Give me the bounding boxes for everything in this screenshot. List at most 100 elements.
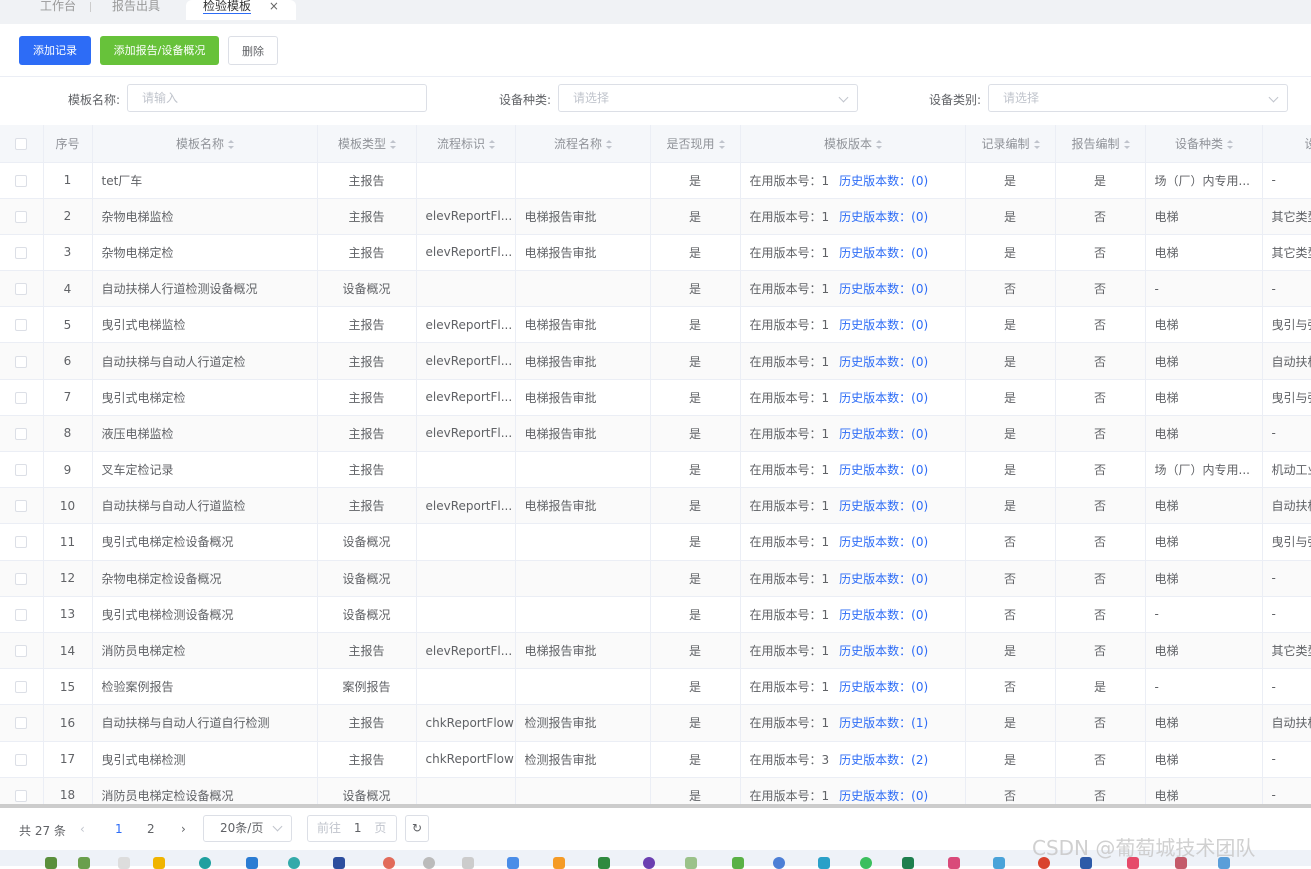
- app-icon[interactable]: [383, 857, 395, 869]
- history-versions-link[interactable]: 历史版本数：(0): [839, 318, 928, 332]
- table-row[interactable]: 6 自动扶梯与自动人行道定检 主报告 elevReportFl... 电梯报告审批是在用…: [0, 342, 1311, 380]
- sort-icon[interactable]: [1123, 139, 1130, 149]
- sort-icon[interactable]: [606, 139, 612, 149]
- prev-page-icon[interactable]: ‹: [80, 822, 85, 836]
- history-versions-link[interactable]: 历史版本数：(0): [839, 282, 928, 296]
- row-checkbox[interactable]: [0, 342, 44, 380]
- sort-icon[interactable]: [718, 139, 725, 149]
- table-row[interactable]: 2 杂物电梯监检 主报告 elevReportFl... 电梯报告审批是在用版本号：1 历…: [0, 198, 1311, 235]
- history-versions-link[interactable]: 历史版本数：(0): [839, 789, 928, 803]
- history-versions-link[interactable]: 历史版本数：(1): [839, 716, 928, 730]
- history-versions-link[interactable]: 历史版本数：(0): [839, 355, 928, 369]
- tab-workbench[interactable]: 工作台: [40, 0, 76, 20]
- template-name-input[interactable]: 请输入: [127, 84, 427, 112]
- history-versions-link[interactable]: 历史版本数：(0): [839, 427, 928, 441]
- history-versions-link[interactable]: 历史版本数：(0): [839, 174, 928, 188]
- app-icon[interactable]: [643, 857, 655, 869]
- tab-inspection-template[interactable]: 检验模板 ×: [186, 0, 296, 20]
- row-checkbox[interactable]: [0, 560, 44, 597]
- row-checkbox[interactable]: [0, 523, 44, 561]
- row-checkbox[interactable]: [0, 704, 44, 742]
- delete-button[interactable]: 删除: [228, 36, 278, 65]
- add-report-button[interactable]: 添加报告/设备概况: [100, 36, 219, 65]
- history-versions-link[interactable]: 历史版本数：(0): [839, 572, 928, 586]
- gear-icon[interactable]: [423, 857, 435, 869]
- row-checkbox[interactable]: [0, 632, 44, 670]
- gear-icon[interactable]: [553, 857, 565, 869]
- table-row[interactable]: 5 曳引式电梯监检 主报告 elevReportFl... 电梯报告审批是在用版本号：1…: [0, 306, 1311, 344]
- app-icon[interactable]: [507, 857, 519, 869]
- app-icon[interactable]: [118, 857, 130, 869]
- browser-icon[interactable]: [199, 857, 211, 869]
- history-versions-link[interactable]: 历史版本数：(0): [839, 210, 928, 224]
- row-checkbox[interactable]: [0, 777, 44, 805]
- app-icon[interactable]: [818, 857, 830, 869]
- col-template-type[interactable]: 模板类型: [317, 125, 417, 163]
- row-checkbox[interactable]: [0, 306, 44, 344]
- sort-icon[interactable]: [876, 139, 882, 149]
- page-1[interactable]: 1: [115, 822, 123, 836]
- app-icon[interactable]: [462, 857, 474, 869]
- device-kind-select[interactable]: 请选择: [558, 84, 858, 112]
- folder-icon[interactable]: [153, 857, 165, 869]
- table-row[interactable]: 18 消防员电梯定检设备概况 设备概况是在用版本号：1 历史版本数：(0) 否否电梯 -: [0, 777, 1311, 805]
- browser-icon[interactable]: [773, 857, 785, 869]
- col-device[interactable]: 设备: [1262, 125, 1311, 163]
- table-row[interactable]: 12 杂物电梯定检设备概况 设备概况是在用版本号：1 历史版本数：(0) 否否电梯 -: [0, 560, 1311, 597]
- history-versions-link[interactable]: 历史版本数：(0): [839, 535, 928, 549]
- col-record-edit[interactable]: 记录编制: [965, 125, 1056, 163]
- app-icon[interactable]: [732, 857, 744, 869]
- table-row[interactable]: 7 曳引式电梯定检 主报告 elevReportFl... 电梯报告审批是在用版本号：1…: [0, 379, 1311, 416]
- app-icon[interactable]: [246, 857, 258, 869]
- history-versions-link[interactable]: 历史版本数：(0): [839, 644, 928, 658]
- table-row[interactable]: 9 叉车定检记录 主报告是在用版本号：1 历史版本数：(0) 是否场（厂）内专用... 机…: [0, 451, 1311, 489]
- table-row[interactable]: 3 杂物电梯定检 主报告 elevReportFl... 电梯报告审批是在用版本号：1 历…: [0, 234, 1311, 272]
- history-versions-link[interactable]: 历史版本数：(0): [839, 246, 928, 260]
- col-flow-name[interactable]: 流程名称: [515, 125, 651, 163]
- history-versions-link[interactable]: 历史版本数：(0): [839, 608, 928, 622]
- app-icon[interactable]: [902, 857, 914, 869]
- row-checkbox[interactable]: [0, 234, 44, 272]
- page-2[interactable]: 2: [147, 822, 155, 836]
- row-checkbox[interactable]: [0, 415, 44, 453]
- row-checkbox[interactable]: [0, 270, 44, 308]
- device-category-select[interactable]: 请选择: [988, 84, 1288, 112]
- row-checkbox[interactable]: [0, 596, 44, 633]
- table-row[interactable]: 15 检验案例报告 案例报告是在用版本号：1 历史版本数：(0) 否是 - -: [0, 668, 1311, 706]
- col-device-kind[interactable]: 设备种类: [1145, 125, 1263, 163]
- page-size-select[interactable]: 20条/页: [203, 815, 292, 842]
- table-row[interactable]: 11 曳引式电梯定检设备概况 设备概况是在用版本号：1 历史版本数：(0) 否否电梯 曳引…: [0, 523, 1311, 561]
- app-icon[interactable]: [993, 857, 1005, 869]
- app-icon[interactable]: [45, 857, 57, 869]
- tab-report-issue[interactable]: 报告出具: [112, 0, 160, 20]
- row-checkbox[interactable]: [0, 451, 44, 489]
- row-checkbox[interactable]: [0, 487, 44, 525]
- row-checkbox[interactable]: [0, 741, 44, 778]
- table-row[interactable]: 4 自动扶梯人行道检测设备概况 设备概况是在用版本号：1 历史版本数：(0) 否否 - -: [0, 270, 1311, 308]
- row-checkbox[interactable]: [0, 668, 44, 706]
- app-icon[interactable]: [860, 857, 872, 869]
- goto-input[interactable]: 1: [354, 821, 362, 835]
- col-template-version[interactable]: 模板版本: [740, 125, 966, 163]
- close-icon[interactable]: ×: [269, 0, 279, 13]
- app-icon[interactable]: [288, 857, 300, 869]
- table-row[interactable]: 1 tet厂车 主报告是在用版本号：1 历史版本数：(0) 是是场（厂）内专用... -: [0, 162, 1311, 199]
- row-checkbox[interactable]: [0, 198, 44, 235]
- folder-icon[interactable]: [685, 857, 697, 869]
- app-icon[interactable]: [78, 857, 90, 869]
- next-page-icon[interactable]: ›: [181, 822, 186, 836]
- app-icon[interactable]: [948, 857, 960, 869]
- table-row[interactable]: 16 自动扶梯与自动人行道自行检测 主报告 chkReportFlow 检测报告审批是在…: [0, 704, 1311, 742]
- select-all-checkbox[interactable]: [0, 125, 44, 163]
- table-row[interactable]: 13 曳引式电梯检测设备概况 设备概况是在用版本号：1 历史版本数：(0) 否否 - -: [0, 596, 1311, 633]
- sort-icon[interactable]: [1227, 139, 1233, 149]
- history-versions-link[interactable]: 历史版本数：(0): [839, 463, 928, 477]
- sort-icon[interactable]: [1033, 139, 1040, 149]
- sort-icon[interactable]: [390, 139, 396, 149]
- table-row[interactable]: 17 曳引式电梯检测 主报告 chkReportFlow 检测报告审批是在用版本号：3 历…: [0, 741, 1311, 778]
- refresh-icon[interactable]: ↻: [405, 815, 429, 842]
- col-template-name[interactable]: 模板名称: [92, 125, 318, 163]
- app-icon[interactable]: [333, 857, 345, 869]
- sort-icon[interactable]: [489, 139, 495, 149]
- history-versions-link[interactable]: 历史版本数：(0): [839, 499, 928, 513]
